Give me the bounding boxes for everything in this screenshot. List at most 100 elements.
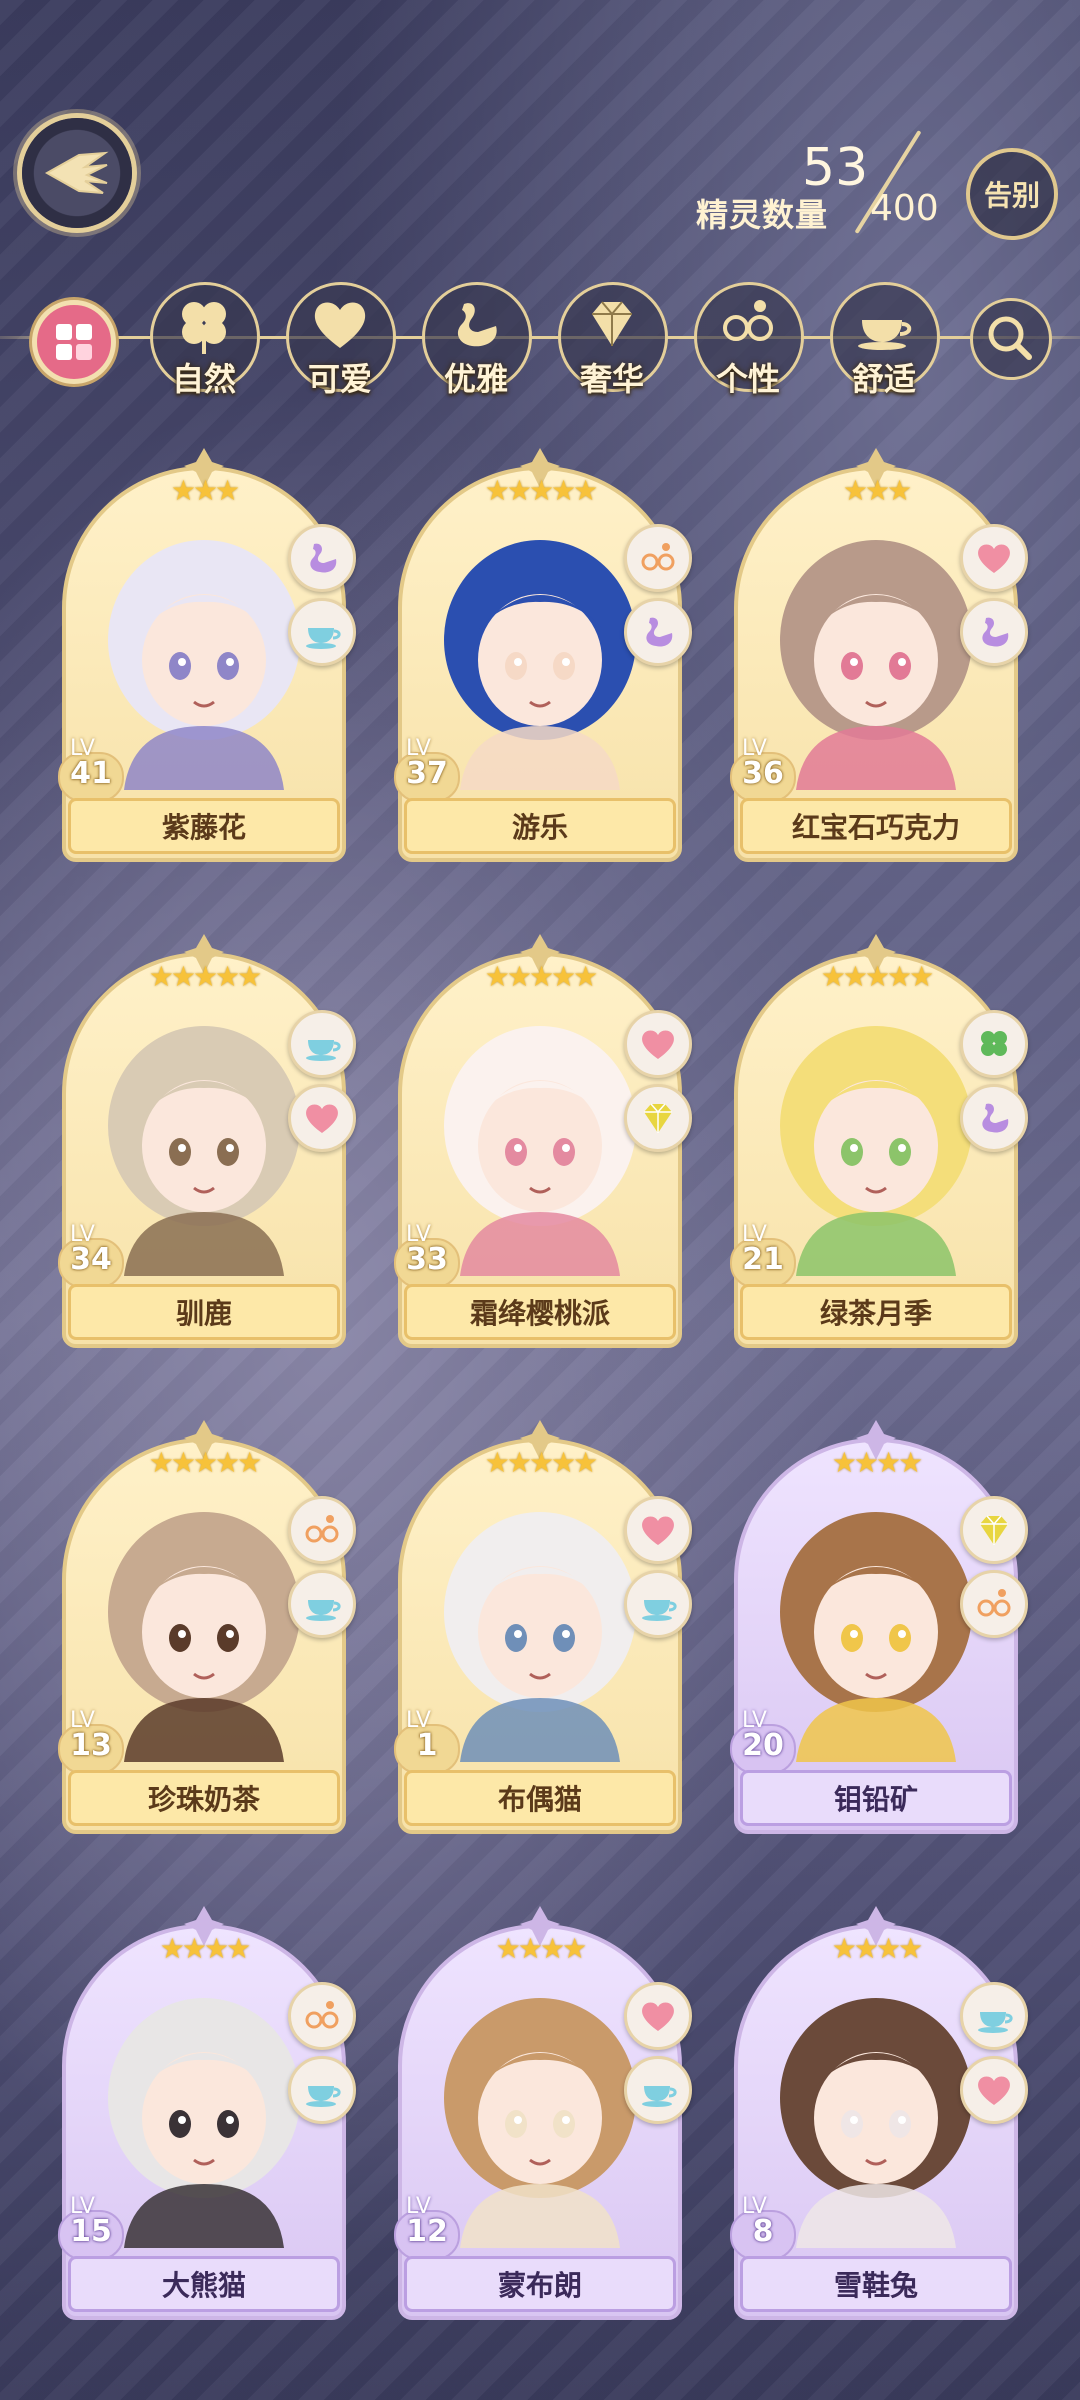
- card-name: 游乐: [404, 798, 676, 854]
- heart-icon: [306, 1104, 338, 1133]
- star-rating: ★★★★★: [484, 474, 599, 507]
- trait-tag: [960, 1982, 1028, 2050]
- card-name: 大熊猫: [68, 2256, 340, 2312]
- level-badge: LV 33: [392, 1222, 460, 1292]
- level-badge: LV 41: [56, 736, 124, 806]
- level-value: 21: [742, 1242, 784, 1277]
- glasses-icon: [305, 2001, 339, 2029]
- glasses-icon: [977, 1589, 1011, 1617]
- filter-label: 舒适: [851, 360, 916, 398]
- search-button[interactable]: [970, 298, 1052, 380]
- card-name: 绿茶月季: [740, 1284, 1012, 1340]
- spirit-card[interactable]: ★★★★★ LV 21 绿茶月季: [730, 932, 1028, 1352]
- spirit-count-current: 53: [802, 138, 869, 198]
- spirit-card[interactable]: ★★★★★ LV 33 霜绛樱桃派: [394, 932, 692, 1352]
- trait-tag: [960, 524, 1028, 592]
- swan-icon: [982, 617, 1009, 647]
- trait-tag: [960, 1496, 1028, 1564]
- teacup-icon: [306, 1040, 341, 1061]
- heart-icon: [642, 1030, 674, 1059]
- trait-tag: [288, 1982, 356, 2050]
- swan-icon: [982, 1103, 1009, 1133]
- card-name: 蒙布朗: [404, 2256, 676, 2312]
- filter-personality[interactable]: 个性: [694, 282, 804, 398]
- level-value: 36: [742, 756, 784, 791]
- filter-elegant[interactable]: 优雅: [422, 282, 532, 398]
- level-value: 15: [70, 2214, 112, 2249]
- spirit-count: 精灵数量 53 400: [690, 130, 960, 242]
- card-name: 布偶猫: [404, 1770, 676, 1826]
- trait-tag: [960, 598, 1028, 666]
- heart-icon: [978, 2076, 1010, 2105]
- trait-tag: [288, 1010, 356, 1078]
- teacup-icon: [642, 1600, 677, 1621]
- trait-tag: [288, 1496, 356, 1564]
- filter-nature[interactable]: 自然: [150, 282, 260, 398]
- spirit-card[interactable]: ★★★ LV 36 红宝石巧克力: [730, 446, 1028, 866]
- level-badge: LV 21: [728, 1222, 796, 1292]
- level-badge: LV 34: [56, 1222, 124, 1292]
- spirit-card[interactable]: ★★★★★ LV 13 珍珠奶茶: [58, 1418, 356, 1838]
- diamond-icon: [980, 1515, 1008, 1545]
- level-value: 37: [406, 756, 448, 791]
- level-value: 8: [752, 2214, 774, 2249]
- trait-tag: [288, 2056, 356, 2124]
- card-name: 霜绛樱桃派: [404, 1284, 676, 1340]
- level-badge: LV 37: [392, 736, 460, 806]
- search-icon: [988, 316, 1032, 360]
- filter-luxury[interactable]: 奢华: [558, 282, 668, 398]
- teacup-icon: [858, 320, 912, 350]
- spirit-card[interactable]: ★★★★ LV 15 大熊猫: [58, 1904, 356, 2324]
- spirit-card[interactable]: ★★★ LV 41 紫藤花: [58, 446, 356, 866]
- grid-icon: [56, 324, 92, 360]
- trait-tag: [288, 598, 356, 666]
- trait-tag: [288, 1084, 356, 1152]
- trait-tag: [624, 598, 692, 666]
- filter-comfort[interactable]: 舒适: [830, 282, 940, 398]
- level-value: 20: [742, 1728, 784, 1763]
- level-badge: LV 20: [728, 1708, 796, 1778]
- trait-tag: [624, 1570, 692, 1638]
- trait-tag: [624, 1982, 692, 2050]
- swan-icon: [457, 303, 497, 347]
- clover-icon: [981, 1031, 1007, 1056]
- heart-icon: [642, 1516, 674, 1545]
- teacup-icon: [642, 2086, 677, 2107]
- level-badge: LV 15: [56, 2194, 124, 2264]
- star-rating: ★★★★★: [820, 960, 935, 993]
- teacup-icon: [306, 2086, 341, 2107]
- filter-label: 自然: [171, 360, 236, 398]
- star-rating: ★★★★★: [148, 960, 263, 993]
- swan-icon: [310, 543, 337, 573]
- spirit-card[interactable]: ★★★★ LV 20 钼铅矿: [730, 1418, 1028, 1838]
- trait-tag: [288, 524, 356, 592]
- teacup-icon: [306, 1600, 341, 1621]
- diamond-icon: [592, 301, 632, 346]
- back-button[interactable]: [22, 118, 132, 228]
- glasses-icon: [641, 543, 675, 571]
- spirit-card[interactable]: ★★★★★ LV 37 游乐: [394, 446, 692, 866]
- swan-icon: [646, 617, 673, 647]
- filter-cute[interactable]: 可爱: [286, 282, 396, 398]
- farewell-label: 告别: [983, 179, 1040, 212]
- farewell-button[interactable]: 告别: [966, 148, 1058, 240]
- star-rating: ★★★: [842, 474, 912, 507]
- card-name: 驯鹿: [68, 1284, 340, 1340]
- trait-tag: [960, 2056, 1028, 2124]
- level-value: 13: [70, 1728, 112, 1763]
- filter-label: 优雅: [443, 360, 508, 398]
- trait-tag: [960, 1010, 1028, 1078]
- level-value: 41: [70, 756, 112, 791]
- trait-tag: [960, 1570, 1028, 1638]
- filter-all-button[interactable]: [32, 300, 116, 384]
- spirit-card[interactable]: ★★★★ LV 8 雪鞋兔: [730, 1904, 1028, 2324]
- spirit-card[interactable]: ★★★★★ LV 1 布偶猫: [394, 1418, 692, 1838]
- filter-label: 个性: [715, 360, 780, 398]
- card-name: 雪鞋兔: [740, 2256, 1012, 2312]
- teacup-icon: [978, 2012, 1013, 2033]
- spirit-card[interactable]: ★★★★ LV 12 蒙布朗: [394, 1904, 692, 2324]
- spirit-count-max: 400: [870, 188, 939, 229]
- star-rating: ★★★★★: [148, 1446, 263, 1479]
- spirit-card[interactable]: ★★★★★ LV 34 驯鹿: [58, 932, 356, 1352]
- card-name: 紫藤花: [68, 798, 340, 854]
